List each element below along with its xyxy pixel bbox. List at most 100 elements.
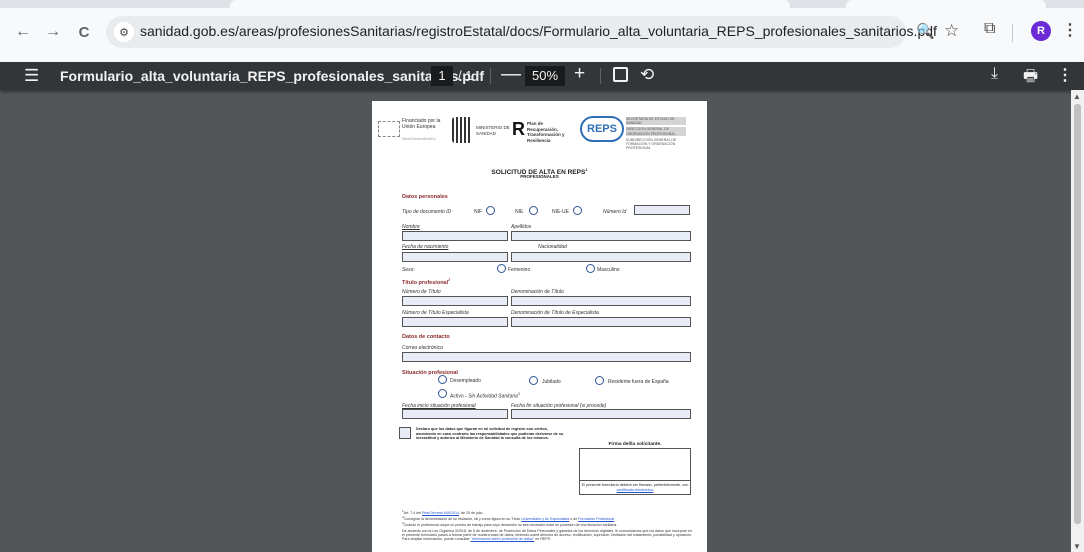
specialist-name-field[interactable] bbox=[511, 317, 691, 327]
toolbar-separator bbox=[1012, 24, 1013, 42]
pdf-page: Financiado por la Unión Europea NextGene… bbox=[372, 101, 707, 552]
subdirectorate-line: SUBDIRECCIÓN GENERAL DE FORMACIÓN Y ORDE… bbox=[626, 137, 677, 151]
inactive-tab[interactable] bbox=[846, 0, 1046, 8]
document-header: Financiado por la Unión Europea NextGene… bbox=[372, 115, 707, 157]
page-number-input[interactable]: 1 bbox=[431, 66, 453, 86]
title-name-label: Denominación de Título bbox=[511, 289, 564, 295]
reload-icon[interactable]: C bbox=[72, 20, 96, 44]
browser-chrome: ← → C ⚙ sanidad.gob.es/areas/profesiones… bbox=[0, 0, 1084, 62]
active-radio[interactable] bbox=[438, 389, 447, 398]
directorate-line: DIRECCIÓN GENERAL DE ORDENACIÓN PROFESIO… bbox=[626, 127, 686, 136]
browser-menu-icon[interactable]: ⋮ bbox=[1062, 20, 1078, 40]
tab-strip bbox=[0, 0, 1084, 8]
signature-note: El presente formulario deberá ser firmad… bbox=[579, 480, 691, 495]
retired-radio[interactable] bbox=[529, 376, 538, 385]
plan-logo-icon: R bbox=[512, 119, 525, 139]
unemployed-radio[interactable] bbox=[438, 375, 447, 384]
id-number-label: Número Id bbox=[603, 209, 627, 215]
sex-label: Sexo: bbox=[402, 267, 415, 273]
scrollbar[interactable]: ▲ ▼ bbox=[1071, 90, 1084, 552]
nie-radio[interactable] bbox=[529, 206, 538, 215]
rotate-icon[interactable]: ⟲ bbox=[640, 65, 654, 85]
resident-abroad-radio[interactable] bbox=[595, 376, 604, 385]
print-icon[interactable]: 🖶 bbox=[1023, 65, 1038, 92]
fit-page-icon[interactable] bbox=[613, 67, 628, 82]
scroll-up-icon[interactable]: ▲ bbox=[1073, 92, 1081, 101]
bookmark-star-icon[interactable]: ☆ bbox=[944, 21, 959, 41]
extensions-icon[interactable]: ⧉ bbox=[984, 20, 995, 38]
zoom-in-button[interactable]: + bbox=[574, 63, 585, 85]
surname-field[interactable] bbox=[511, 231, 691, 241]
pdf-toolbar: ☰ Formulario_alta_voluntaria_REPS_profes… bbox=[0, 62, 1084, 90]
status-start-field[interactable] bbox=[402, 409, 508, 419]
declaration-checkbox[interactable] bbox=[399, 427, 411, 439]
scroll-down-icon[interactable]: ▼ bbox=[1073, 542, 1081, 551]
id-number-field[interactable] bbox=[634, 205, 690, 215]
name-field[interactable] bbox=[402, 231, 508, 241]
footnote-3: 3Cuando el profesional ocupe un puesto d… bbox=[402, 521, 618, 528]
secretariat-line: SECRETARÍA DE ESTADO DE SANIDAD bbox=[626, 117, 686, 126]
toolbar-divider bbox=[490, 68, 491, 84]
name-label: Nombre bbox=[402, 224, 420, 230]
address-bar[interactable]: ⚙ sanidad.gob.es/areas/profesionesSanita… bbox=[106, 16, 959, 48]
eu-funding-text: Financiado por la Unión Europea bbox=[402, 118, 441, 130]
eu-next-gen-text: NextGenerationEU bbox=[402, 136, 436, 141]
reps-logo: REPS bbox=[580, 116, 624, 142]
form-subtitle: PROFESIONALES bbox=[520, 174, 559, 179]
eu-flag-icon bbox=[378, 121, 400, 137]
birth-date-field[interactable] bbox=[402, 252, 508, 262]
active-tab[interactable] bbox=[230, 0, 790, 8]
title-number-label: Número de Título bbox=[402, 289, 441, 295]
data-protection-link[interactable]: "Información sobre protección de datos" bbox=[471, 537, 535, 541]
birth-date-label: Fecha de nacimiento bbox=[402, 244, 449, 250]
more-options-icon[interactable]: ⋮ bbox=[1057, 65, 1073, 85]
forward-arrow-icon[interactable]: → bbox=[41, 20, 65, 44]
signature-title: Firma del/la solicitante. bbox=[608, 442, 662, 447]
specialist-number-field[interactable] bbox=[402, 317, 508, 327]
zoom-level-input[interactable]: 50% bbox=[525, 66, 565, 86]
zoom-out-button[interactable]: — bbox=[501, 63, 521, 86]
section-professional-status: Situación profesional bbox=[402, 370, 458, 376]
male-radio[interactable] bbox=[586, 264, 595, 273]
scrollbar-thumb[interactable] bbox=[1074, 104, 1081, 524]
section-personal-data: Datos personales bbox=[402, 194, 448, 200]
ministry-text: MINISTERIO DE SANIDAD bbox=[476, 125, 510, 136]
secretariat-block: SECRETARÍA DE ESTADO DE SANIDAD DIRECCIÓ… bbox=[626, 117, 686, 151]
nationality-field[interactable] bbox=[511, 252, 691, 262]
nationality-label: Nacionalidad bbox=[538, 244, 567, 250]
active-label: Activo - Sin Actividad Sanitaria3 bbox=[450, 392, 520, 400]
email-label: Correo electrónico bbox=[402, 345, 443, 351]
footnote-4: De acuerdo con la Ley Orgánica 3/2018, d… bbox=[402, 529, 692, 542]
title-number-field[interactable] bbox=[402, 296, 508, 306]
site-info-icon[interactable]: ⚙ bbox=[114, 22, 134, 42]
surname-label: Apellidos bbox=[511, 224, 532, 230]
menu-icon[interactable]: ☰ bbox=[24, 66, 39, 86]
nie-ue-radio[interactable] bbox=[573, 206, 582, 215]
url-text[interactable]: sanidad.gob.es/areas/profesionesSanitari… bbox=[140, 23, 937, 39]
status-end-field[interactable] bbox=[511, 409, 691, 419]
specialist-name-label: Denominación de Título de Especialista bbox=[511, 310, 599, 316]
retired-label: Jubilado bbox=[542, 379, 561, 385]
resident-abroad-label: Residente fuera de España bbox=[608, 379, 669, 385]
email-field[interactable] bbox=[402, 352, 691, 362]
download-icon[interactable]: ⤓ bbox=[991, 65, 998, 83]
female-radio[interactable] bbox=[497, 264, 506, 273]
page-total: / 1 bbox=[458, 68, 473, 83]
navigation-bar: ← → C ⚙ sanidad.gob.es/areas/profesiones… bbox=[0, 12, 1084, 52]
nif-radio[interactable] bbox=[486, 206, 495, 215]
nie-label: NIE bbox=[515, 209, 524, 215]
section-contact-data: Datos de contacto bbox=[402, 334, 450, 340]
back-arrow-icon[interactable]: ← bbox=[11, 20, 35, 44]
profile-avatar[interactable]: R bbox=[1031, 21, 1051, 41]
unemployed-label: Desempleado bbox=[450, 378, 481, 384]
pdf-title: Formulario_alta_voluntaria_REPS_profesio… bbox=[60, 68, 485, 84]
e-certificate-link[interactable]: certificado electrónico bbox=[617, 488, 654, 492]
zoom-icon[interactable]: 🔍 bbox=[916, 22, 935, 40]
specialist-number-label: Número de Título Especialista bbox=[402, 310, 469, 316]
male-label: Masculino bbox=[597, 267, 620, 273]
title-name-field[interactable] bbox=[511, 296, 691, 306]
declaration-text: Declaro que los datos que figuran en mi … bbox=[416, 427, 564, 441]
plan-text: Plan de Recuperación, Transformación y R… bbox=[527, 121, 565, 143]
nif-label: NIF bbox=[474, 209, 483, 215]
document-type-label: Tipo de documento ID bbox=[402, 209, 452, 215]
